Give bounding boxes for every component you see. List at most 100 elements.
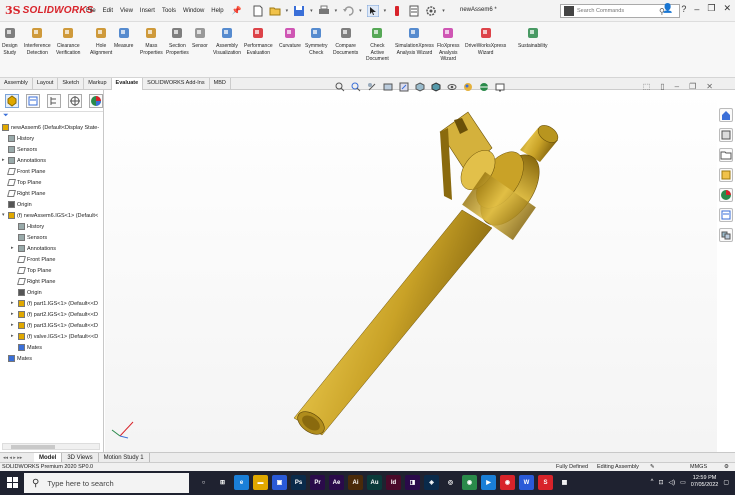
solidworks-taskbar-icon[interactable]: S <box>538 475 553 490</box>
timeline-icon[interactable]: ⊞ <box>215 475 230 490</box>
tray-chevron-icon[interactable]: ^ <box>651 479 654 485</box>
undo-icon[interactable] <box>342 5 354 17</box>
tree-item[interactable]: Front Plane <box>17 254 55 265</box>
menu-edit[interactable]: Edit <box>103 8 113 14</box>
tree-item[interactable]: Top Plane <box>7 177 41 188</box>
zoom-to-area-icon[interactable] <box>351 82 361 92</box>
keyboard-icon[interactable]: ▭ <box>680 479 686 486</box>
ribbon-button-13[interactable]: Check Active Document <box>366 26 389 63</box>
ribbon-button-0[interactable]: Design Study <box>2 26 18 56</box>
section-view-icon[interactable] <box>383 82 393 92</box>
resources-icon[interactable] <box>719 128 733 142</box>
restore-icon[interactable]: ❐ <box>707 3 715 14</box>
appearances-icon[interactable] <box>719 188 733 202</box>
display-manager-tab-icon[interactable] <box>89 93 103 108</box>
command-tab[interactable]: MBD <box>210 78 231 90</box>
graphics-area[interactable]: ⬚ ▯ – ❐ ✕ <box>105 82 717 452</box>
chevron-down-icon[interactable]: ▾ <box>384 8 387 14</box>
ribbon-button-6[interactable]: Section Properties <box>166 26 189 56</box>
command-tab[interactable]: Markup <box>84 78 112 90</box>
edge-icon[interactable]: e <box>234 475 249 490</box>
edit-appearance-icon[interactable] <box>463 82 473 92</box>
tree-expander-icon[interactable]: ▸ <box>2 157 5 163</box>
tree-item[interactable]: Top Plane <box>17 265 51 276</box>
tree-item[interactable]: History <box>18 221 44 232</box>
dynamic-annotation-icon[interactable] <box>399 82 409 92</box>
tree-item[interactable]: History <box>8 133 34 144</box>
photos-icon[interactable]: ▦ <box>557 475 572 490</box>
app-icon[interactable]: ▶ <box>481 475 496 490</box>
hide-show-items-icon[interactable] <box>447 82 457 92</box>
solidworks-logo[interactable]: 3S SOLIDWORKS <box>0 0 93 22</box>
ribbon-button-14[interactable]: SimulationXpress Analysis Wizard <box>395 26 434 56</box>
select-cursor-icon[interactable] <box>366 4 379 17</box>
viewport-close-icon[interactable]: ✕ <box>706 82 713 91</box>
viewport-tile-icon[interactable]: ▯ <box>660 82 664 91</box>
zoom-to-fit-icon[interactable] <box>335 82 345 92</box>
tree-expander-icon[interactable]: ▸ <box>11 311 14 317</box>
chevron-down-icon[interactable]: ▾ <box>359 8 362 14</box>
tree-expander-icon[interactable]: ▾ <box>2 212 5 218</box>
ribbon-button-8[interactable]: Assembly Visualization <box>213 26 241 56</box>
ribbon-button-9[interactable]: Performance Evaluation <box>244 26 273 56</box>
tree-item[interactable]: (f) part2.IGS<1> (Default<<D <box>18 309 98 320</box>
tab-3d-views[interactable]: 3D Views <box>62 452 99 463</box>
ribbon-button-5[interactable]: Mass Properties <box>140 26 163 56</box>
ribbon-button-2[interactable]: Clearance Verification <box>56 26 80 56</box>
windows-start-icon[interactable] <box>7 477 18 488</box>
save-icon[interactable] <box>293 5 305 17</box>
dimxpert-tab-icon[interactable] <box>68 93 82 108</box>
long-rod[interactable] <box>293 209 493 439</box>
open-folder-icon[interactable] <box>269 5 281 17</box>
feature-manager-tab-icon[interactable] <box>5 93 19 108</box>
word-icon[interactable]: W <box>519 475 534 490</box>
tree-item[interactable]: Sensors <box>8 144 37 155</box>
ribbon-button-12[interactable]: Compare Documents <box>333 26 358 56</box>
view-orientation-icon[interactable] <box>415 82 425 92</box>
media-encoder-icon[interactable]: ◈ <box>424 475 439 490</box>
configuration-manager-tab-icon[interactable] <box>47 93 61 108</box>
rebuild-icon[interactable] <box>391 5 403 17</box>
tree-expander-icon[interactable]: ▸ <box>11 245 14 251</box>
photoshop-icon[interactable]: Ps <box>291 475 306 490</box>
chevron-down-icon[interactable]: ▾ <box>286 8 289 14</box>
model-view[interactable] <box>105 90 717 452</box>
close-icon[interactable]: ✕ <box>723 3 731 14</box>
options-gear-icon[interactable] <box>425 5 437 17</box>
command-tab[interactable]: Evaluate <box>111 78 144 90</box>
indesign-icon[interactable]: Id <box>386 475 401 490</box>
new-document-icon[interactable] <box>252 5 264 17</box>
menu-tools[interactable]: Tools <box>162 8 176 14</box>
viewport-maximize-icon[interactable]: ⬚ <box>643 82 651 91</box>
ribbon-button-15[interactable]: FloXpress Analysis Wizard <box>437 26 460 63</box>
premiere-icon[interactable]: Pr <box>310 475 325 490</box>
clock[interactable]: 12:59 PM 07/05/2022 <box>691 475 719 489</box>
home-icon[interactable] <box>719 108 733 122</box>
chevron-down-icon[interactable]: ▾ <box>310 8 313 14</box>
menu-view[interactable]: View <box>120 8 133 14</box>
notifications-icon[interactable]: ▢ <box>723 479 729 486</box>
search-scope-icon[interactable] <box>564 6 574 16</box>
task-view-icon[interactable]: ○ <box>196 475 211 490</box>
file-properties-icon[interactable] <box>408 5 420 17</box>
file-explorer-icon[interactable]: ▬ <box>253 475 268 490</box>
command-tab[interactable]: Assembly <box>0 78 33 90</box>
settings-icon[interactable]: ⚙ <box>724 464 729 470</box>
design-library-icon[interactable] <box>719 148 733 162</box>
view-settings-icon[interactable] <box>495 82 505 92</box>
minimize-icon[interactable]: – <box>694 4 699 14</box>
viewport-minimize-icon[interactable]: – <box>675 82 679 91</box>
tree-expander-icon[interactable]: ▸ <box>11 300 14 306</box>
file-explorer-icon[interactable] <box>719 168 733 182</box>
menu-file[interactable]: File <box>86 8 96 14</box>
chrome-alt-icon[interactable]: ◉ <box>500 475 515 490</box>
user-icon[interactable]: 👤 <box>662 3 673 14</box>
ribbon-button-3[interactable]: Hole Alignment <box>90 26 112 56</box>
tab-model[interactable]: Model <box>34 452 63 463</box>
tree-item[interactable]: Front Plane <box>7 166 45 177</box>
rebuild-status-icon[interactable]: ✎ <box>650 464 655 470</box>
property-manager-tab-icon[interactable] <box>26 93 40 108</box>
tree-item[interactable]: (f) valve.IGS<1> (Default<<D <box>18 331 98 342</box>
store-icon[interactable]: ▣ <box>272 475 287 490</box>
command-tab[interactable]: Sketch <box>58 78 85 90</box>
